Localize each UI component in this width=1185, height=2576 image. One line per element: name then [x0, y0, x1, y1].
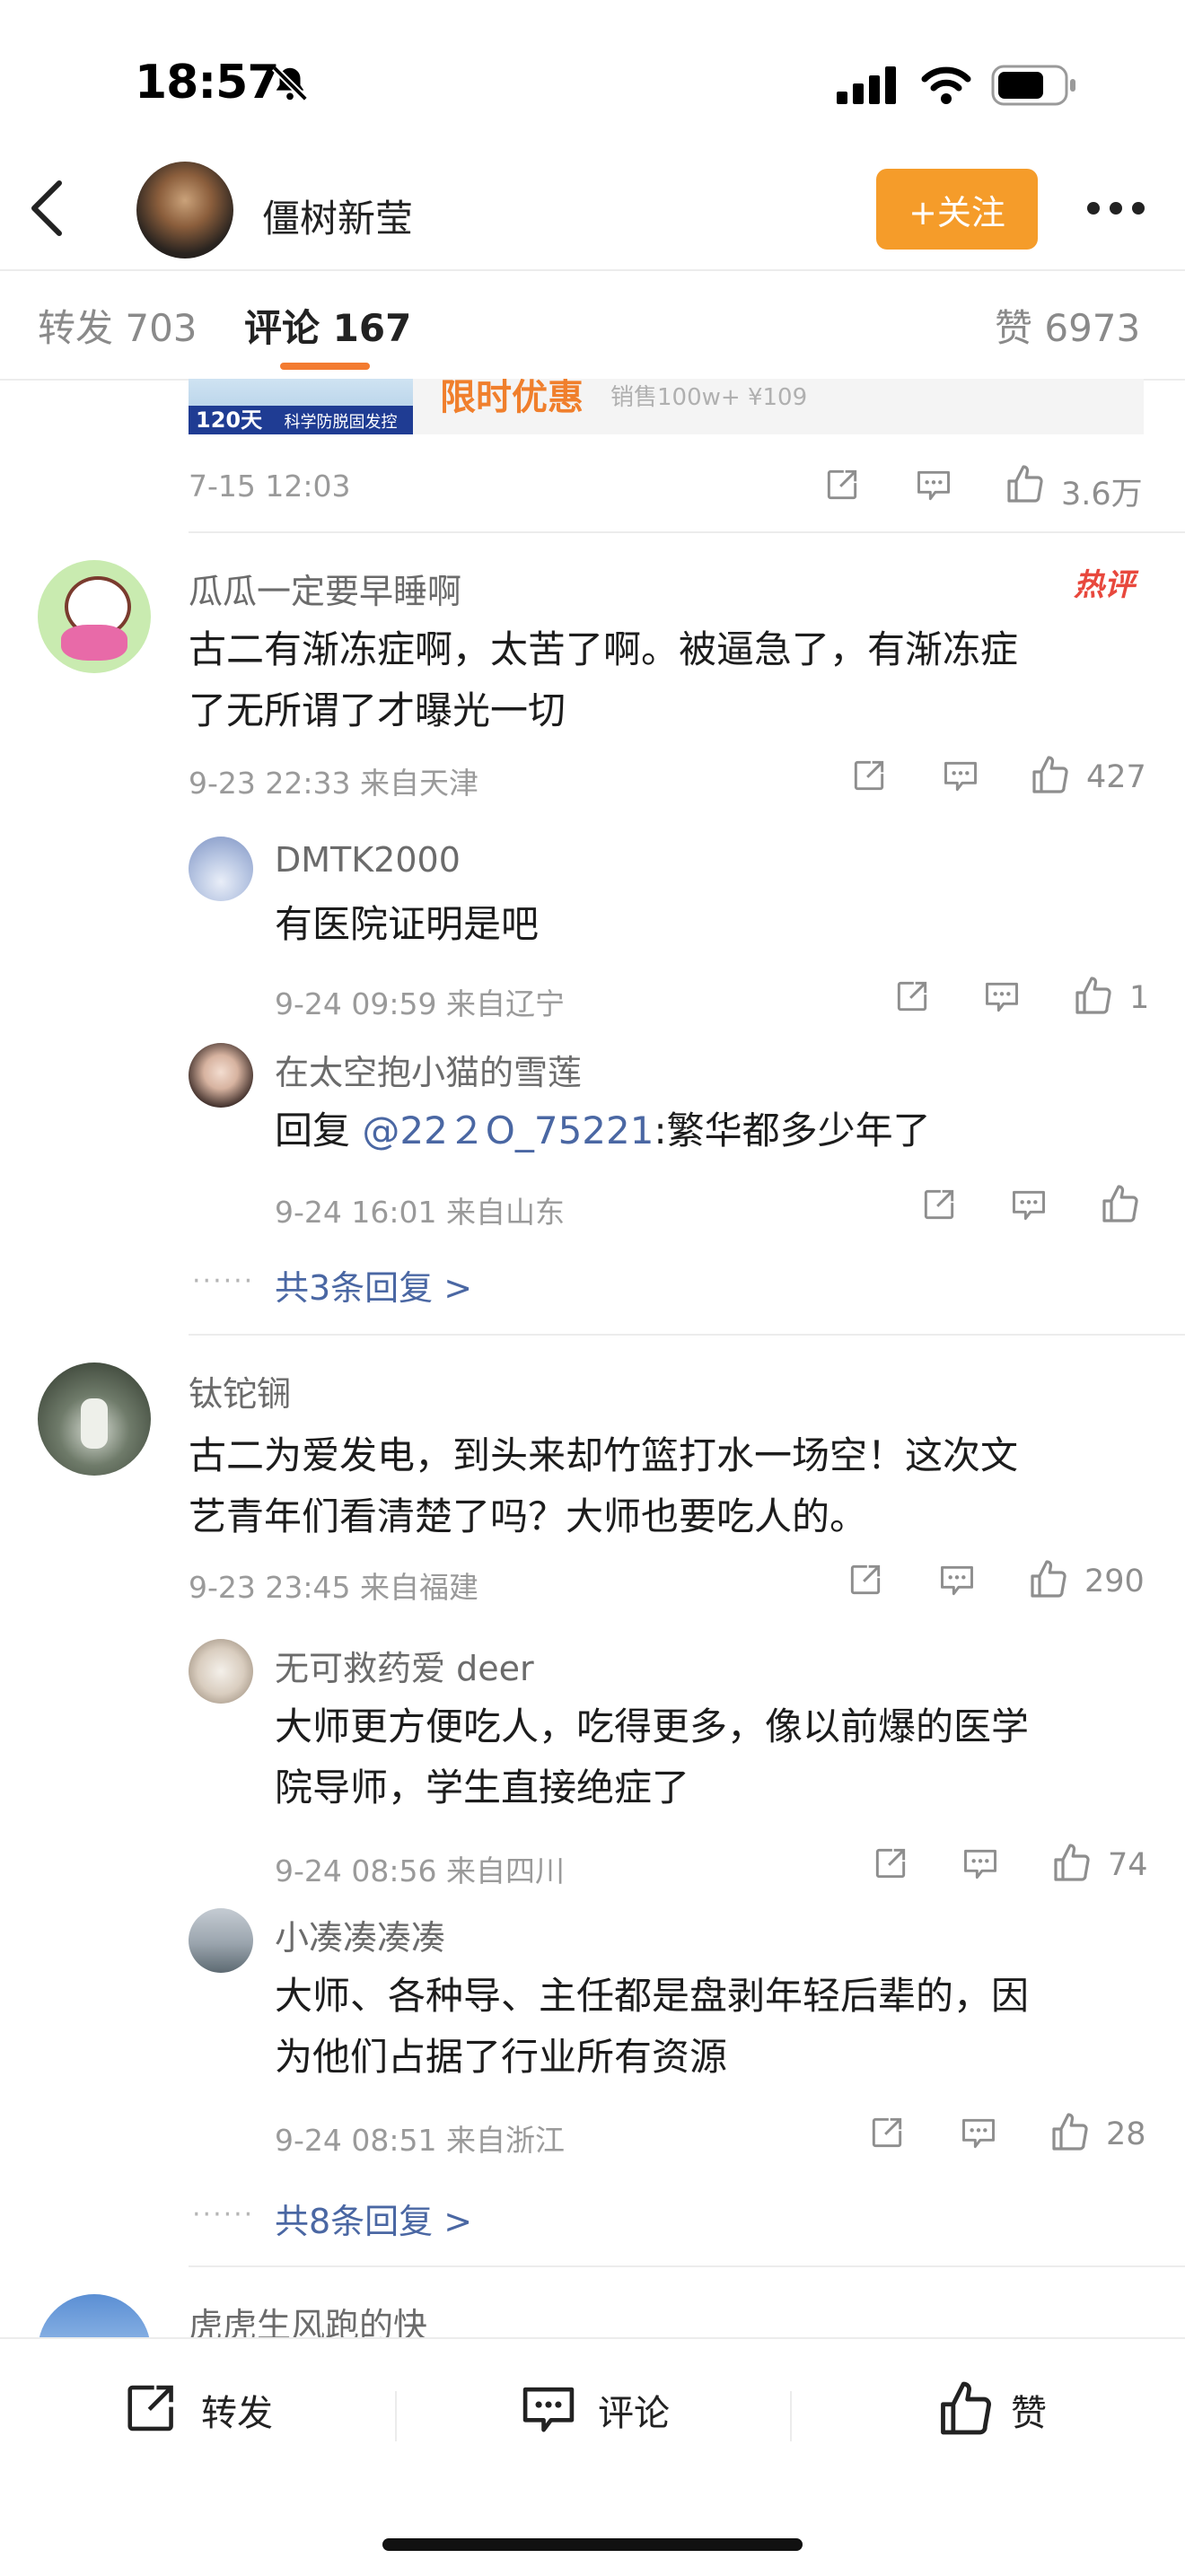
tab-comments[interactable]: 评论 167	[244, 298, 411, 353]
reply-like-count: 28	[1106, 2116, 1146, 2152]
comment-text: 古二有渐冻症啊，太苦了啊。被逼急了，有渐冻症	[189, 627, 1019, 671]
share-icon[interactable]	[919, 1185, 959, 1224]
reply-text: 回复 @22２O_75221:繁华都多少年了	[275, 1100, 931, 1161]
reply-meta: 9-24 16:01 来自山东	[275, 1195, 565, 1230]
comment-like-count: 290	[1084, 1564, 1145, 1599]
more-options-icon[interactable]	[1084, 199, 1147, 217]
like-label: 赞	[1011, 2393, 1047, 2434]
reply-like-count: 74	[1108, 1847, 1148, 1883]
bottom-repost-button[interactable]: 转发	[117, 2373, 332, 2445]
share-icon[interactable]	[892, 977, 932, 1016]
follow-button[interactable]: +关注	[876, 169, 1038, 250]
tab-likes[interactable]: 赞 6973	[995, 298, 1140, 353]
share-icon[interactable]	[846, 1560, 885, 1599]
reply-like-count: 1	[1129, 980, 1150, 1016]
bottom-divider	[395, 2391, 397, 2441]
bell-muted-icon	[272, 66, 308, 101]
comment-icon[interactable]	[937, 1562, 977, 1599]
back-arrow-icon[interactable]	[27, 180, 66, 237]
comment-meta: 9-23 22:33 来自天津	[189, 766, 478, 801]
comment-text: 了无所谓了才曝光一切	[189, 688, 566, 732]
bottom-like-button[interactable]: 赞	[934, 2373, 1113, 2445]
post-like-count: 3.6万	[1061, 477, 1143, 513]
signal-icon	[837, 66, 896, 104]
share-icon[interactable]	[849, 756, 889, 795]
view-more-replies-link[interactable]: 共3条回复 >	[275, 1260, 472, 1310]
comment-meta: 9-23 23:45 来自福建	[189, 1570, 478, 1605]
comment-avatar[interactable]	[38, 560, 151, 673]
reply-avatar[interactable]	[189, 1639, 253, 1704]
reply-text: 大师、各种导、主任都是盘剥年轻后辈的，因	[275, 1974, 1030, 2018]
comment-icon[interactable]	[982, 978, 1022, 1016]
tab-active-indicator	[280, 363, 370, 370]
comment-author[interactable]: 钛铊锎	[189, 1366, 291, 1415]
comment-avatar[interactable]	[38, 1362, 151, 1476]
comment-icon[interactable]	[959, 2115, 998, 2152]
reply-prefix: 回复	[275, 1108, 363, 1152]
reply-avatar[interactable]	[189, 837, 253, 901]
comment-author[interactable]: 瓜瓜一定要早睡啊	[189, 564, 461, 613]
reply-author[interactable]: DMTK2000	[275, 840, 461, 880]
battery-icon	[991, 65, 1075, 106]
reply-text: 院导师，学生直接绝症了	[275, 1766, 690, 1809]
comment-icon	[522, 2387, 575, 2432]
reply-meta: 9-24 08:56 来自四川	[275, 1853, 565, 1888]
reply-body: :繁华都多少年了	[654, 1108, 931, 1152]
like-icon[interactable]	[1049, 2111, 1092, 2152]
comment-text: 古二为爱发电，到头来却竹篮打水一场空！这次文	[189, 1433, 1019, 1477]
like-icon[interactable]	[1004, 463, 1047, 504]
home-indicator	[382, 2538, 803, 2551]
reply-meta: 9-24 08:51 来自浙江	[275, 2123, 565, 2158]
like-icon[interactable]	[1027, 1558, 1070, 1599]
page-title[interactable]: 僵树新莹	[262, 188, 413, 243]
reply-text: 有医院证明是吧	[275, 902, 540, 946]
like-icon	[941, 2381, 991, 2435]
status-time: 18:57	[135, 56, 280, 110]
reply-avatar[interactable]	[189, 1908, 253, 1973]
ad-card[interactable]: 120天 科学防脱固发控油 限时优惠 销售100w+ ¥109	[189, 379, 1144, 434]
ad-subtitle: 销售100w+ ¥109	[610, 384, 808, 411]
bottom-divider	[790, 2391, 792, 2441]
replies-dots: ······	[192, 2199, 255, 2230]
reply-avatar[interactable]	[189, 1043, 253, 1108]
like-icon[interactable]	[1029, 754, 1072, 795]
share-icon[interactable]	[867, 2113, 907, 2152]
reply-author[interactable]: 小凑凑凑凑	[275, 1910, 445, 1959]
like-icon[interactable]	[1072, 975, 1115, 1016]
wifi-icon	[921, 66, 971, 104]
comment-text: 艺青年们看清楚了吗？大师也要吃人的。	[189, 1494, 868, 1538]
like-icon[interactable]	[1050, 1842, 1093, 1883]
author-avatar[interactable]	[136, 162, 233, 258]
reply-text: 为他们占据了行业所有资源	[275, 2035, 728, 2079]
repost-icon	[127, 2385, 173, 2431]
reply-meta: 9-24 09:59 来自辽宁	[275, 986, 565, 1021]
comment-icon[interactable]	[941, 758, 980, 795]
comment-like-count: 427	[1086, 759, 1146, 795]
hot-comment-badge: 热评	[1074, 567, 1135, 603]
view-more-replies-link[interactable]: 共8条回复 >	[275, 2194, 472, 2243]
comment-icon[interactable]	[1009, 1187, 1049, 1224]
reply-mention-link[interactable]: @22２O_75221	[362, 1108, 654, 1152]
share-icon[interactable]	[822, 465, 862, 504]
replies-dots: ······	[192, 1266, 255, 1297]
reply-author[interactable]: 无可救药爱 deer	[275, 1641, 534, 1690]
ad-badge: 120天	[196, 407, 263, 433]
comment-label: 评论	[598, 2393, 670, 2434]
reply-text: 大师更方便吃人，吃得更多，像以前爆的医学	[275, 1704, 1030, 1748]
tab-reposts[interactable]: 转发 703	[38, 298, 198, 353]
bottom-comment-button[interactable]: 评论	[515, 2373, 731, 2445]
ad-badge-bar: 120天 科学防脱固发控油	[189, 406, 413, 434]
repost-label: 转发	[201, 2393, 273, 2434]
comment-icon[interactable]	[961, 1845, 1000, 1883]
like-icon[interactable]	[1099, 1183, 1142, 1224]
ad-title: 限时优惠	[440, 379, 584, 418]
share-icon[interactable]	[871, 1844, 910, 1883]
post-date: 7-15 12:03	[189, 469, 351, 504]
reply-author[interactable]: 在太空抱小猫的雪莲	[275, 1045, 582, 1094]
comment-icon[interactable]	[914, 467, 953, 504]
